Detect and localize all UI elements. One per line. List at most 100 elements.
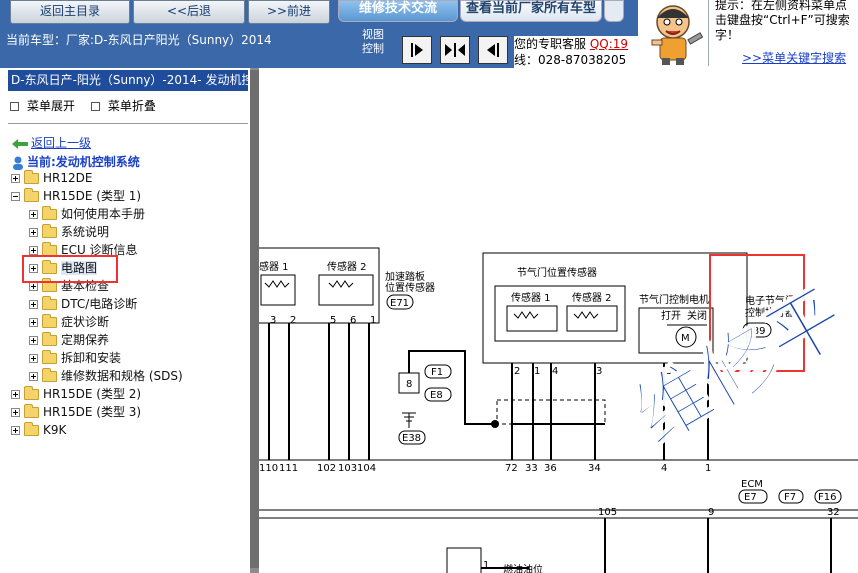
- tree-node-hr15de-2[interactable]: HR15DE (类型 2): [11, 386, 141, 402]
- view-split-button[interactable]: [440, 36, 470, 64]
- pin-label: 5: [330, 315, 336, 326]
- tps-title: 节气门位置传感器: [517, 266, 597, 279]
- back-button[interactable]: <<后退: [133, 0, 245, 24]
- tree-node-manual[interactable]: 如何使用本手册: [29, 206, 145, 222]
- plus-icon[interactable]: [29, 336, 38, 345]
- collapse-icon: [90, 102, 100, 111]
- plus-icon[interactable]: [29, 318, 38, 327]
- ecm-pin: 104: [357, 463, 376, 474]
- plus-icon[interactable]: [29, 354, 38, 363]
- folder-icon: [24, 170, 39, 184]
- home-button[interactable]: 返回主目录: [10, 0, 130, 24]
- plus-icon[interactable]: [29, 282, 38, 291]
- scrollbar-thumb[interactable]: [250, 70, 259, 568]
- qq-link[interactable]: QQ:19: [590, 37, 628, 51]
- back-arrow-icon: [12, 138, 28, 149]
- fuel-level-label: 燃油油位: [503, 563, 543, 573]
- menu-collapse-label: 菜单折叠: [107, 99, 156, 113]
- view-left-button[interactable]: [402, 36, 432, 64]
- tree-label: K9K: [43, 423, 67, 437]
- back-up-link[interactable]: 返回上一级: [12, 134, 91, 151]
- connector-f1: F1: [431, 367, 443, 378]
- pin-label: 6: [350, 315, 356, 326]
- tree-label: HR15DE (类型 1): [43, 189, 142, 203]
- plus-icon[interactable]: [11, 390, 20, 399]
- tree-node-maintenance[interactable]: 定期保养: [29, 332, 109, 348]
- tree-node-dtc[interactable]: DTC/电路诊断: [29, 296, 137, 312]
- folder-icon: [42, 332, 57, 346]
- back-up-label: 返回上一级: [31, 136, 92, 150]
- folder-icon: [24, 404, 39, 418]
- current-system-label: 当前:发动机控制系统: [12, 153, 140, 170]
- tab-extra[interactable]: [604, 0, 624, 22]
- current-car-label: 当前车型：厂家:D-东风日产阳光（Sunny）2014: [6, 33, 272, 47]
- folder-icon: [42, 350, 57, 364]
- tree-label: 定期保养: [61, 333, 110, 347]
- view-control-label: 视图控制: [362, 28, 384, 55]
- tip-text: 提示：在左侧资料菜单点击键盘按“Ctrl+F”可搜索字！: [715, 0, 850, 42]
- tab-all-cars[interactable]: 查看当前厂家所有车型: [460, 0, 602, 22]
- tree-node-hr12de[interactable]: HR12DE: [11, 170, 92, 186]
- panel-title: D-东风日产-阳光（Sunny）-2014- 发动机控制: [8, 70, 248, 91]
- tree-label: 症状诊断: [61, 315, 110, 329]
- split-arrows-icon: [445, 43, 465, 57]
- connector-e8: E8: [430, 390, 443, 401]
- bus-pin: 32: [827, 507, 840, 518]
- tree-node-system-desc[interactable]: 系统说明: [29, 224, 109, 240]
- tree-label: HR15DE (类型 3): [43, 405, 142, 419]
- plus-icon[interactable]: [11, 174, 20, 183]
- tree-node-removal[interactable]: 拆卸和安装: [29, 350, 121, 366]
- folder-icon: [42, 368, 57, 382]
- pin-label: 3: [596, 366, 602, 377]
- support-box: 您的专职客服 QQ:19 线：028-87038205: [514, 36, 644, 68]
- pin-label: 1: [370, 315, 376, 326]
- arrow-right-bar-icon: [411, 43, 423, 57]
- mascot-icon: [638, 0, 708, 66]
- current-system-text: 当前:发动机控制系统: [27, 155, 140, 169]
- expand-icon: [10, 102, 19, 111]
- support-label: 您的专职客服: [514, 37, 587, 51]
- sensor2-left-label: 传感器 2: [327, 260, 367, 273]
- bus-pin: 105: [598, 507, 617, 518]
- plus-icon[interactable]: [11, 426, 20, 435]
- ground-pin: 8: [406, 379, 412, 390]
- ecm-pin: 103: [338, 463, 357, 474]
- plus-icon[interactable]: [29, 228, 38, 237]
- connector-f16: F16: [818, 492, 836, 503]
- tree-node-symptom[interactable]: 症状诊断: [29, 314, 109, 330]
- folder-icon: [42, 314, 57, 328]
- plus-icon[interactable]: [29, 300, 38, 309]
- pin-label: 2: [290, 315, 296, 326]
- user-icon: [13, 156, 23, 170]
- pedal-label-1: 加速踏板: [385, 270, 425, 283]
- tree-node-hr15de-1[interactable]: HR15DE (类型 1): [11, 188, 141, 204]
- folder-icon: [42, 296, 57, 310]
- highlight-box-menu: [22, 255, 118, 283]
- plus-icon[interactable]: [11, 408, 20, 417]
- menu-expand-button[interactable]: 菜单展开: [8, 99, 75, 113]
- plus-icon[interactable]: [29, 372, 38, 381]
- tps-sensor2: 传感器 2: [572, 291, 612, 304]
- tree-label: 系统说明: [61, 225, 110, 239]
- minus-icon[interactable]: [11, 192, 20, 201]
- view-right-button[interactable]: [478, 36, 508, 64]
- tree-label: 拆卸和安装: [61, 351, 122, 365]
- tree-node-k9k[interactable]: K9K: [11, 422, 66, 438]
- pin-label: 3: [270, 315, 276, 326]
- connector-e38: E38: [402, 433, 421, 444]
- menu-collapse-button[interactable]: 菜单折叠: [89, 99, 156, 113]
- tab-tech-forum[interactable]: 维修技术交流: [338, 0, 458, 22]
- fuel-pin: 1: [483, 560, 489, 571]
- tree-node-sds[interactable]: 维修数据和规格 (SDS): [29, 368, 183, 384]
- sensor1-left-label: 感器 1: [259, 260, 289, 273]
- tree-node-hr15de-3[interactable]: HR15DE (类型 3): [11, 404, 141, 420]
- folder-icon: [42, 224, 57, 238]
- folder-icon: [24, 188, 39, 202]
- ecm-pin: 102: [317, 463, 336, 474]
- forward-button[interactable]: >>前进: [248, 0, 330, 24]
- ecm-pin: 33: [525, 463, 538, 474]
- plus-icon[interactable]: [29, 246, 38, 255]
- support-phone: 线：028-87038205: [514, 53, 627, 67]
- plus-icon[interactable]: [29, 210, 38, 219]
- tree-label: 如何使用本手册: [61, 207, 146, 221]
